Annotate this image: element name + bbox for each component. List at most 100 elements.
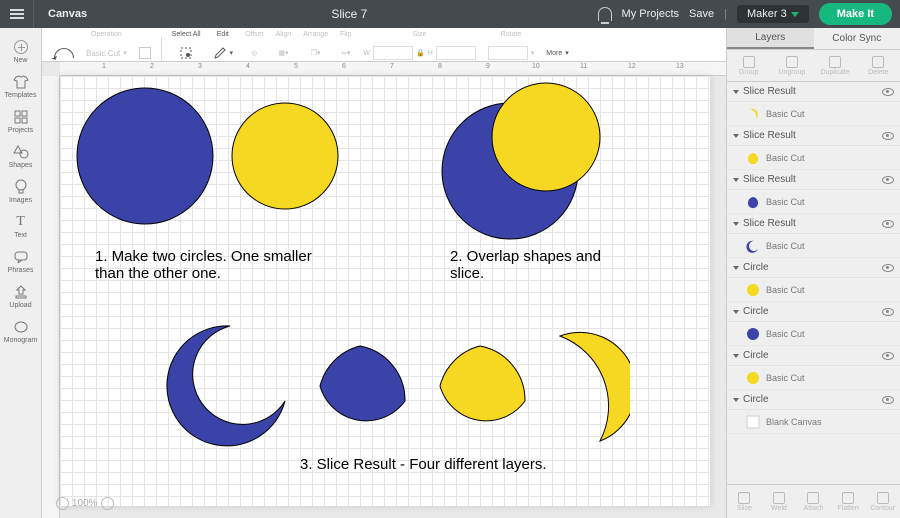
width-input[interactable] (373, 46, 413, 60)
eye-icon[interactable] (882, 220, 894, 228)
menu-button[interactable] (0, 0, 34, 28)
rail-upload[interactable]: Upload (0, 279, 42, 314)
eye-icon[interactable] (882, 176, 894, 184)
rail-label: Images (9, 197, 32, 204)
attach-button[interactable]: Attach (796, 485, 831, 518)
rail-projects[interactable]: Projects (0, 104, 42, 139)
slice-crescent-yellow[interactable] (540, 331, 630, 451)
layer-op: Blank Canvas (766, 417, 822, 427)
rail-label: Text (14, 232, 27, 239)
eye-icon[interactable] (882, 396, 894, 404)
eye-icon[interactable] (882, 352, 894, 360)
group-button[interactable]: Group (727, 50, 770, 81)
slice-button[interactable]: Slice (727, 485, 762, 518)
duplicate-button[interactable]: Duplicate (814, 50, 857, 81)
layer-name: Slice Result (743, 218, 796, 229)
layer-thumb (745, 282, 761, 298)
rail-templates[interactable]: Templates (0, 69, 42, 104)
flip-group[interactable]: Flip⇋▾ (334, 31, 357, 61)
eye-icon[interactable] (882, 88, 894, 96)
machine-selector[interactable]: Maker 3 (737, 5, 809, 23)
select-icon (179, 46, 193, 60)
layer-item[interactable]: Basic Cut (727, 322, 900, 346)
operation-group[interactable]: OperationBasic Cut▾ (80, 31, 133, 61)
layer-item[interactable]: Basic Cut (727, 190, 900, 214)
layer-header[interactable]: Circle (727, 390, 900, 410)
eye-icon[interactable] (882, 264, 894, 272)
color-swatch[interactable] (133, 31, 157, 61)
circle-yellow-small[interactable] (230, 101, 340, 211)
my-projects-link[interactable]: My Projects (622, 8, 679, 20)
undo-icon[interactable] (54, 48, 74, 58)
rail-new[interactable]: New (0, 34, 42, 69)
arrange-group[interactable]: Arrange❐▾ (297, 31, 334, 61)
delete-button[interactable]: Delete (857, 50, 900, 81)
layer-thumb (745, 194, 761, 210)
zoom-out-icon[interactable] (56, 497, 69, 510)
slice-lemon-yellow[interactable] (430, 341, 530, 436)
caption-1: 1. Make two circles. One smaller than th… (95, 248, 312, 282)
ungroup-button[interactable]: Ungroup (770, 50, 813, 81)
size-group[interactable]: SizeW🔒H (357, 31, 481, 61)
layer-header[interactable]: Circle (727, 258, 900, 278)
machine-name: Maker 3 (747, 8, 787, 20)
circle-yellow-overlap[interactable] (490, 81, 602, 193)
caption-2: 2. Overlap shapes and slice. (450, 248, 601, 282)
chevron-down-icon: ▾ (230, 49, 234, 57)
slice-moon-blue[interactable] (165, 321, 295, 451)
design-mat[interactable]: 1. Make two circles. One smaller than th… (60, 76, 710, 506)
layer-item[interactable]: Basic Cut (727, 278, 900, 302)
layer-item[interactable]: Basic Cut (727, 146, 900, 170)
rotate-input[interactable] (488, 46, 528, 60)
align-group[interactable]: Align▦▾ (270, 31, 298, 61)
project-title[interactable]: Slice 7 (101, 7, 597, 21)
layer-actions: Group Ungroup Duplicate Delete (727, 50, 900, 82)
topbar: Canvas Slice 7 My Projects Save | Maker … (0, 0, 900, 28)
layer-name: Slice Result (743, 86, 796, 97)
canvas-workspace[interactable]: 12345678910111213 1. Make two circles. O… (42, 62, 726, 518)
select-all[interactable]: Select All (166, 31, 207, 61)
edit-menu[interactable]: Edit▾ (207, 31, 240, 61)
layer-item[interactable]: Basic Cut (727, 234, 900, 258)
slice-lemon-blue[interactable] (310, 341, 410, 436)
more-menu[interactable]: More▾ (540, 31, 574, 61)
layer-header[interactable]: Slice Result (727, 126, 900, 146)
rail-phrases[interactable]: Phrases (0, 244, 42, 279)
ungroup-icon (786, 56, 798, 68)
rail-monogram[interactable]: Monogram (0, 314, 42, 349)
layer-header[interactable]: Slice Result (727, 170, 900, 190)
eye-icon[interactable] (882, 308, 894, 316)
eye-icon[interactable] (882, 132, 894, 140)
flatten-button[interactable]: Flatten (831, 485, 866, 518)
layer-header[interactable]: Slice Result (727, 82, 900, 102)
lock-icon[interactable]: 🔒 (416, 49, 425, 57)
undo-redo[interactable] (48, 31, 80, 61)
rail-text[interactable]: TText (0, 209, 42, 244)
layer-header[interactable]: Circle (727, 346, 900, 366)
circle-blue-large[interactable] (75, 86, 215, 226)
zoom-value: 100% (72, 498, 98, 509)
tab-layers[interactable]: Layers (727, 28, 814, 49)
contour-button[interactable]: Contour (865, 485, 900, 518)
layer-op: Basic Cut (766, 329, 805, 339)
layer-header[interactable]: Circle (727, 302, 900, 322)
layer-item[interactable]: Basic Cut (727, 366, 900, 390)
weld-button[interactable]: Weld (762, 485, 797, 518)
zoom-control[interactable]: 100% (56, 497, 114, 510)
rail-shapes[interactable]: Shapes (0, 139, 42, 174)
layer-thumb (745, 106, 761, 122)
zoom-in-icon[interactable] (101, 497, 114, 510)
make-it-button[interactable]: Make It (819, 3, 892, 25)
bell-icon[interactable] (598, 7, 612, 21)
flip-icon: ⇋▾ (341, 45, 350, 61)
layer-item[interactable]: Basic Cut (727, 102, 900, 126)
height-input[interactable] (436, 46, 476, 60)
offset-group[interactable]: Offset◎ (239, 31, 270, 61)
layer-item[interactable]: Blank Canvas (727, 410, 900, 434)
layer-header[interactable]: Slice Result (727, 214, 900, 234)
chevron-down-icon (733, 178, 739, 182)
rotate-group[interactable]: Rotate▾ (482, 31, 541, 61)
tab-color-sync[interactable]: Color Sync (814, 28, 900, 49)
save-button[interactable]: Save (689, 8, 714, 20)
rail-images[interactable]: Images (0, 174, 42, 209)
